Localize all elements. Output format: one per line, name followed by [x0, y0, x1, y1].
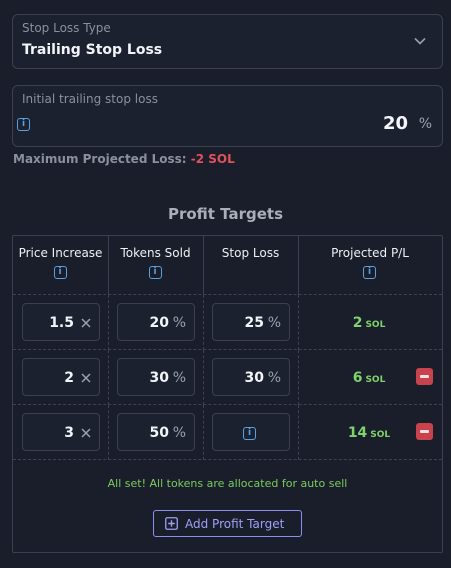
stop-loss-type-select[interactable]: Stop Loss Type Trailing Stop Loss	[12, 14, 443, 69]
price-increase-input[interactable]: 2	[22, 358, 100, 396]
percent-unit: %	[172, 425, 186, 441]
close-icon[interactable]	[80, 317, 92, 329]
info-icon[interactable]: i	[17, 118, 30, 131]
add-profit-target-label: Add Profit Target	[185, 517, 285, 531]
max-loss-value: -2 SOL	[190, 152, 235, 166]
info-icon[interactable]: i	[363, 266, 376, 279]
remove-row-button[interactable]	[416, 423, 433, 440]
profit-targets-title: Profit Targets	[167, 205, 284, 223]
projected-pl: 2 SOL	[319, 312, 419, 331]
stop-loss-type-label: Stop Loss Type	[22, 21, 111, 35]
table-row: 1.5 20 % 25 % 2 SOL	[13, 295, 442, 350]
stop-loss-input[interactable]: 30 %	[212, 358, 290, 396]
table-row: 2 30 % 30 % 6 SOL	[13, 350, 442, 405]
tokens-sold-value: 30	[149, 370, 169, 386]
max-projected-loss: Maximum Projected Loss: -2 SOL	[13, 152, 235, 166]
max-loss-label: Maximum Projected Loss:	[13, 152, 187, 166]
percent-unit: %	[267, 370, 281, 386]
stop-loss-input[interactable]: 25 %	[212, 303, 290, 341]
projected-pl: 6 SOL	[319, 367, 419, 386]
stop-loss-type-value: Trailing Stop Loss	[22, 42, 163, 58]
percent-unit: %	[418, 116, 432, 132]
price-increase-value: 2	[64, 370, 74, 386]
plus-square-icon	[165, 517, 178, 530]
info-icon[interactable]: i	[53, 266, 67, 279]
remove-row-button[interactable]	[416, 368, 433, 385]
stop-loss-input[interactable]: i	[212, 413, 290, 451]
trailing-stop-value[interactable]: 20	[383, 113, 408, 134]
allocation-status: All set! All tokens are allocated for au…	[107, 477, 348, 490]
table-row: 3 50 % i 14 SOL	[13, 405, 442, 460]
pl-unit: SOL	[365, 375, 386, 385]
col-label: Stop Loss	[221, 246, 280, 260]
price-increase-input[interactable]: 3	[22, 413, 100, 451]
stop-loss-value: 25	[244, 315, 264, 331]
close-icon[interactable]	[80, 427, 92, 439]
trailing-stop-label: Initial trailing stop loss	[22, 92, 158, 106]
info-icon[interactable]: i	[148, 266, 162, 279]
col-tokens-sold: Tokens Sold i	[108, 236, 203, 295]
profit-targets-table: Price Increase i Tokens Sold i Stop Loss…	[12, 235, 443, 553]
pl-value: 14	[347, 425, 368, 441]
tokens-sold-input[interactable]: 50 %	[117, 413, 195, 451]
col-label: Tokens Sold	[120, 246, 191, 260]
percent-unit: %	[172, 315, 186, 331]
col-label: Projected P/L	[331, 246, 409, 260]
chevron-down-icon	[414, 37, 426, 45]
tokens-sold-value: 50	[149, 425, 169, 441]
table-header: Price Increase i Tokens Sold i Stop Loss…	[13, 236, 442, 295]
pl-unit: SOL	[365, 320, 386, 330]
add-profit-target-button[interactable]: Add Profit Target	[153, 510, 302, 537]
info-icon[interactable]: i	[243, 427, 256, 440]
col-stop-loss: Stop Loss	[203, 236, 298, 295]
pl-value: 6	[352, 370, 363, 386]
percent-unit: %	[267, 315, 281, 331]
tokens-sold-input[interactable]: 30 %	[117, 358, 195, 396]
tokens-sold-value: 20	[149, 315, 169, 331]
col-price-increase: Price Increase i	[13, 236, 108, 295]
stop-loss-value: 30	[244, 370, 264, 386]
trailing-stop-input[interactable]: Initial trailing stop loss 20 %	[12, 85, 443, 147]
price-increase-value: 3	[64, 425, 74, 441]
price-increase-value: 1.5	[49, 315, 74, 331]
tokens-sold-input[interactable]: 20 %	[117, 303, 195, 341]
projected-pl: 14 SOL	[319, 422, 419, 441]
pl-unit: SOL	[370, 430, 391, 440]
col-label: Price Increase	[18, 246, 103, 260]
pl-value: 2	[352, 315, 363, 331]
close-icon[interactable]	[80, 372, 92, 384]
percent-unit: %	[172, 370, 186, 386]
price-increase-input[interactable]: 1.5	[22, 303, 100, 341]
col-projected-pl: Projected P/L i	[298, 236, 442, 295]
